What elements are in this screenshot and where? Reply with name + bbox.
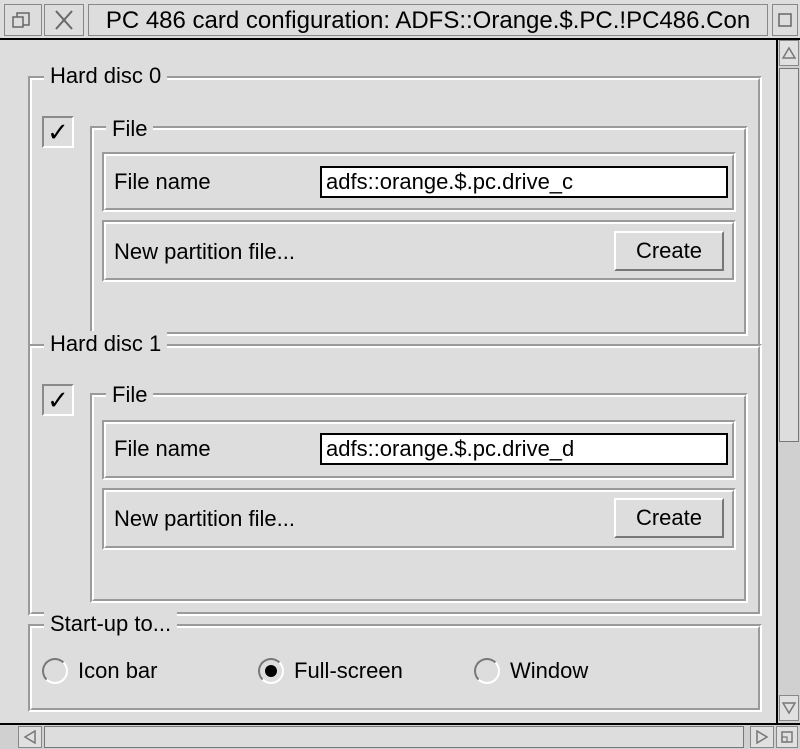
- back-button[interactable]: [4, 4, 42, 36]
- hard-disc-0-enable-checkbox[interactable]: ✓: [42, 116, 74, 148]
- hard-disc-1-new-partition-label: New partition file...: [114, 506, 295, 531]
- hard-disc-1-enable-checkbox[interactable]: ✓: [42, 384, 74, 416]
- hard-disc-0-file-name-label: File name: [114, 169, 211, 194]
- hard-disc-0-create-button[interactable]: Create: [614, 231, 724, 271]
- scroll-right-button[interactable]: [750, 726, 774, 748]
- hard-disc-0-new-partition-label: New partition file...: [114, 239, 295, 264]
- configuration-window: PC 486 card configuration: ADFS::Orange.…: [0, 0, 800, 749]
- scroll-down-button[interactable]: [779, 695, 799, 721]
- startup-option-icon-bar-label[interactable]: Icon bar: [78, 658, 158, 684]
- toggle-size-button[interactable]: [772, 4, 798, 36]
- horizontal-scrollbar[interactable]: [0, 723, 800, 749]
- startup-option-full-screen-label[interactable]: Full-screen: [294, 658, 403, 684]
- checkmark-icon: ✓: [47, 117, 69, 147]
- window-content: Hard disc 0 ✓ File File name adfs::orang…: [0, 40, 778, 723]
- hard-disc-1-file-label: File: [106, 382, 154, 408]
- startup-radio-window[interactable]: [474, 658, 500, 684]
- scroll-up-button[interactable]: [779, 40, 799, 66]
- hard-disc-1-label: Hard disc 1: [44, 331, 168, 357]
- startup-radio-full-screen[interactable]: [258, 658, 284, 684]
- hard-disc-1-file-name-field[interactable]: adfs::orange.$.pc.drive_d: [320, 433, 728, 465]
- radio-selected-dot: [265, 665, 277, 677]
- hard-disc-0-label: Hard disc 0: [44, 63, 168, 89]
- startup-radio-icon-bar[interactable]: [42, 658, 68, 684]
- hard-disc-1-file-name-label: File name: [114, 436, 211, 461]
- resize-button[interactable]: [776, 726, 798, 748]
- scroll-up-arrow-icon: [782, 46, 796, 59]
- hard-disc-1-create-button[interactable]: Create: [614, 498, 724, 538]
- vertical-scrollbar[interactable]: [778, 40, 800, 723]
- title-bar: PC 486 card configuration: ADFS::Orange.…: [0, 0, 800, 40]
- back-icon: [12, 12, 30, 28]
- vertical-scroll-thumb[interactable]: [779, 68, 799, 442]
- checkmark-icon: ✓: [47, 385, 69, 415]
- horizontal-scroll-thumb[interactable]: [44, 726, 744, 748]
- scroll-left-button[interactable]: [18, 726, 42, 748]
- hard-disc-0-file-label: File: [106, 116, 154, 142]
- startup-option-window-label[interactable]: Window: [510, 658, 588, 684]
- window-title[interactable]: PC 486 card configuration: ADFS::Orange.…: [88, 4, 768, 36]
- close-icon: [55, 10, 73, 30]
- toggle-size-icon: [778, 13, 792, 27]
- scroll-down-arrow-icon: [782, 702, 796, 715]
- resize-icon: [781, 731, 793, 743]
- close-button[interactable]: [44, 4, 84, 36]
- scroll-left-arrow-icon: [23, 730, 36, 744]
- hard-disc-0-file-name-field[interactable]: adfs::orange.$.pc.drive_c: [320, 166, 728, 198]
- startup-label: Start-up to...: [44, 611, 178, 637]
- scroll-right-arrow-icon: [756, 730, 769, 744]
